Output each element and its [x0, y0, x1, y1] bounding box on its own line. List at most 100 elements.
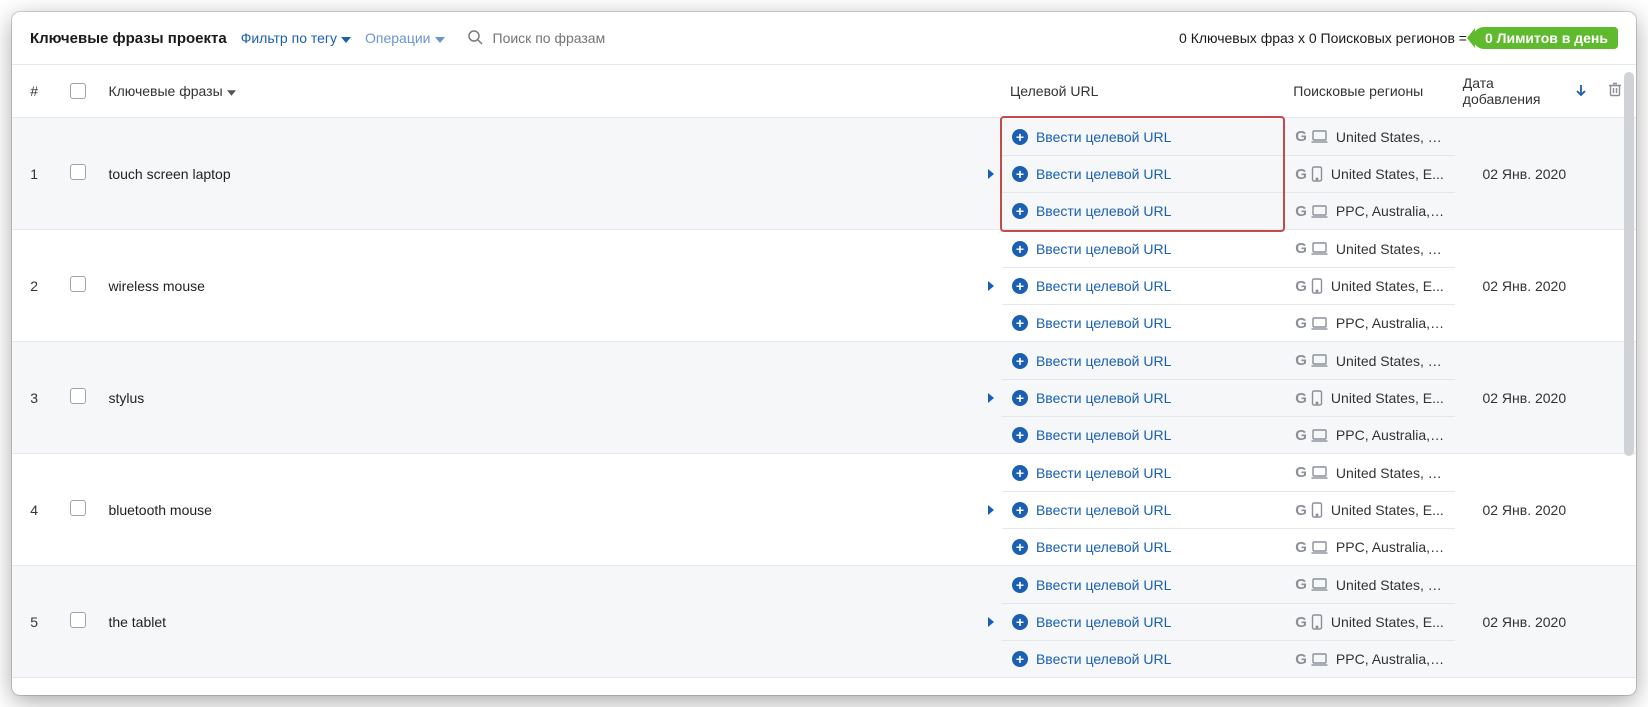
enter-target-url-link[interactable]: +Ввести целевой URL [1012, 502, 1171, 518]
plus-circle-icon: + [1012, 166, 1028, 182]
enter-target-url-link[interactable]: +Ввести целевой URL [1012, 315, 1171, 331]
target-url-cell: +Ввести целевой URL+Ввести целевой URL+В… [1002, 566, 1285, 678]
laptop-icon [1311, 205, 1328, 218]
table-row: 2 wireless mouse + Ввести целевой URL + Ввест… [12, 230, 1636, 342]
regions-label: Поисковых регионов [1321, 30, 1455, 46]
region-text: PPC, Australia, E... [1336, 539, 1445, 555]
enter-target-url-link[interactable]: +Ввести целевой URL [1012, 651, 1171, 667]
enter-target-url-link[interactable]: +Ввести целевой URL [1012, 465, 1171, 481]
col-phrases[interactable]: Ключевые фразы [100, 65, 1002, 118]
operations-label: Операции [365, 30, 431, 46]
laptop-icon [1311, 130, 1328, 143]
google-icon: G [1295, 576, 1307, 593]
keyword-phrase-cell[interactable]: stylus [100, 342, 1002, 454]
google-icon: G [1295, 464, 1307, 481]
row-index: 5 [12, 566, 56, 678]
enter-target-url-link[interactable]: + Ввести целевой URL [1012, 278, 1171, 294]
row-index: 2 [12, 230, 56, 342]
keyword-phrase-text: bluetooth mouse [108, 502, 988, 518]
chevron-right-icon [988, 614, 994, 630]
enter-target-url-link[interactable]: +Ввести целевой URL [1012, 614, 1171, 630]
table-row: 4bluetooth mouse+Ввести целевой URL+Ввес… [12, 454, 1636, 566]
enter-target-url-label: Ввести целевой URL [1036, 577, 1171, 593]
laptop-icon [1311, 653, 1328, 666]
enter-target-url-link[interactable]: +Ввести целевой URL [1012, 129, 1171, 145]
row-checkbox[interactable] [70, 276, 86, 292]
row-checkbox[interactable] [70, 388, 86, 404]
laptop-icon [1311, 242, 1328, 255]
plus-circle-icon: + [1012, 539, 1028, 555]
search-regions-cell: GUnited States, E...GUnited States, E...… [1285, 454, 1455, 566]
enter-target-url-link[interactable]: +Ввести целевой URL [1012, 353, 1171, 369]
row-index: 3 [12, 342, 56, 454]
plus-circle-icon: + [1012, 390, 1028, 406]
table-row: 3stylus+Ввести целевой URL+Ввести целево… [12, 342, 1636, 454]
plus-circle-icon: + [1012, 651, 1028, 667]
row-checkbox[interactable] [70, 500, 86, 516]
google-icon: G [1295, 352, 1307, 369]
enter-target-url-link[interactable]: + Ввести целевой URL [1012, 241, 1171, 257]
target-url-cell: +Ввести целевой URL+Ввести целевой URL+В… [1002, 230, 1285, 342]
enter-target-url-label: Ввести целевой URL [1036, 315, 1171, 331]
keyword-phrase-cell[interactable]: the tablet [100, 566, 1002, 678]
google-icon: G [1295, 315, 1307, 332]
enter-target-url-link[interactable]: +Ввести целевой URL [1012, 203, 1171, 219]
laptop-icon [1311, 466, 1328, 479]
enter-target-url-label: Ввести целевой URL [1036, 278, 1171, 294]
col-select-all[interactable] [56, 65, 100, 118]
region-text: PPC, Australia, E... [1336, 651, 1445, 667]
region-text: PPC, Australia, E... [1336, 315, 1445, 331]
keyword-phrase-cell[interactable]: wireless mouse [100, 230, 1002, 342]
region-text: United States, E... [1331, 278, 1444, 294]
operations-dropdown[interactable]: Операции [365, 30, 445, 46]
sort-desc-icon [1576, 83, 1586, 99]
row-checkbox[interactable] [70, 164, 86, 180]
search-box [467, 29, 711, 48]
date-added: 02 Янв. 2020 [1455, 566, 1594, 678]
laptop-icon [1311, 541, 1328, 554]
plus-circle-icon: + [1012, 278, 1028, 294]
scrollbar[interactable] [1624, 72, 1634, 691]
region-text: PPC, Australia, E... [1336, 427, 1445, 443]
laptop-icon [1311, 317, 1328, 330]
search-input[interactable] [491, 29, 711, 47]
date-added: 02 Янв. 2020 [1455, 342, 1594, 454]
enter-target-url-link[interactable]: +Ввести целевой URL [1012, 390, 1171, 406]
col-regions[interactable]: Поисковые регионы [1285, 65, 1455, 118]
laptop-icon [1311, 429, 1328, 442]
search-regions-cell: GUnited States, E...GUnited States, E...… [1285, 230, 1455, 342]
col-target-url[interactable]: Целевой URL [1002, 65, 1285, 118]
enter-target-url-label: Ввести целевой URL [1036, 203, 1171, 219]
keyword-phrase-text: wireless mouse [108, 278, 988, 294]
col-index[interactable]: # [12, 65, 56, 118]
enter-target-url-label: Ввести целевой URL [1036, 241, 1171, 257]
checkbox-icon[interactable] [70, 83, 86, 99]
row-index: 1 [12, 118, 56, 230]
keyword-phrase-cell[interactable]: bluetooth mouse [100, 454, 1002, 566]
google-icon: G [1295, 240, 1307, 257]
filter-by-tag-label: Фильтр по тегу [241, 30, 337, 46]
target-url-cell: +Ввести целевой URL +Ввести целевой URL +В… [1002, 342, 1285, 454]
enter-target-url-link[interactable]: +Ввести целевой URL [1012, 166, 1171, 182]
google-icon: G [1295, 614, 1307, 631]
enter-target-url-link[interactable]: +Ввести целевой URL [1012, 577, 1171, 593]
target-url-cell: +Ввести целевой URL+Ввести целевой URL+В… [1002, 454, 1285, 566]
chevron-right-icon [988, 390, 994, 406]
search-regions-cell: GUnited States, E...GUnited States, E...… [1285, 118, 1455, 230]
date-added: 02 Янв. 2020 [1455, 118, 1594, 230]
google-icon: G [1295, 502, 1307, 519]
filter-by-tag-dropdown[interactable]: Фильтр по тегу [241, 30, 351, 46]
region-text: United States, E... [1336, 465, 1445, 481]
row-checkbox[interactable] [70, 612, 86, 628]
keywords-table: # Ключевые фразы Целевой URL Поисковые р… [12, 64, 1636, 678]
col-date-added[interactable]: Дата добавления [1455, 65, 1594, 118]
region-text: United States, E... [1331, 390, 1444, 406]
keyword-phrase-cell[interactable]: touch screen laptop [100, 118, 1002, 230]
row-checkbox-cell [56, 342, 100, 454]
enter-target-url-label: Ввести целевой URL [1036, 465, 1171, 481]
enter-target-url-link[interactable]: +Ввести целевой URL [1012, 427, 1171, 443]
region-text: United States, E... [1336, 129, 1445, 145]
plus-circle-icon: + [1012, 241, 1028, 257]
google-icon: G [1295, 203, 1307, 220]
enter-target-url-link[interactable]: +Ввести целевой URL [1012, 539, 1171, 555]
